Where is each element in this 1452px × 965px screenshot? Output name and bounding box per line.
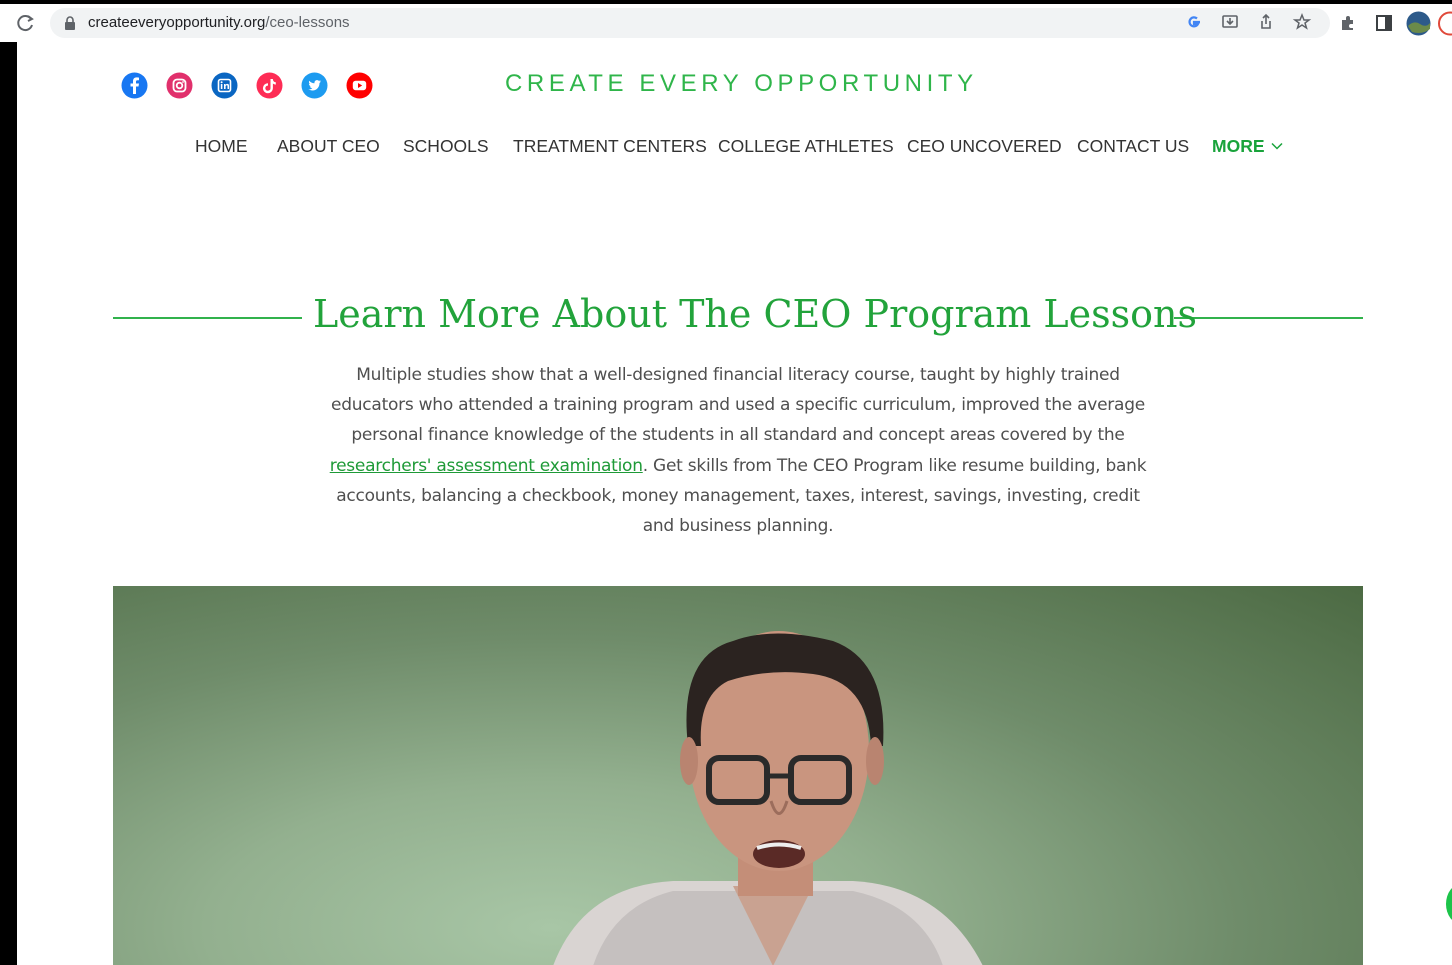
lock-icon [65,16,75,30]
section-heading: Learn More About The CEO Program Lessons [313,292,1197,336]
nav-home[interactable]: HOME [195,136,248,157]
profile-avatar-icon[interactable] [1406,11,1431,36]
nav-ceo-uncovered[interactable]: CEO UNCOVERED [907,136,1062,157]
facebook-icon[interactable] [121,72,148,99]
nav-treatment-centers[interactable]: TREATMENT CENTERS [513,136,707,157]
twitter-icon[interactable] [301,72,328,99]
install-icon[interactable] [1220,12,1240,32]
nav-contact-us[interactable]: CONTACT US [1077,136,1189,157]
url-text: createeveryopportunity.org/ceo-lessons [88,14,350,31]
nav-college-athletes[interactable]: COLLEGE ATHLETES [718,136,894,157]
reload-icon[interactable] [16,13,36,33]
address-bar[interactable]: createeveryopportunity.org/ceo-lessons [50,8,1330,38]
side-panel-icon[interactable] [1374,13,1394,33]
tiktok-icon[interactable] [256,72,283,99]
intro-text-before: Multiple studies show that a well-design… [331,365,1145,446]
presenter-image [553,631,983,965]
nav-more-label: MORE [1212,136,1265,156]
nav-about-ceo[interactable]: ABOUT CEO [277,136,380,157]
lesson-video[interactable] [113,586,1363,965]
browser-toolbar: createeveryopportunity.org/ceo-lessons [0,4,1452,42]
share-icon[interactable] [1256,12,1276,32]
google-icon[interactable] [1184,12,1204,32]
intro-paragraph: Multiple studies show that a well-design… [323,360,1153,541]
site-title[interactable]: CREATE EVERY OPPORTUNITY [505,70,978,98]
assessment-link[interactable]: researchers' assessment examination [330,456,643,476]
bookmark-star-icon[interactable] [1292,12,1312,32]
nav-more[interactable]: MORE [1212,136,1283,157]
url-host: createeveryopportunity.org [88,14,266,31]
extensions-icon[interactable] [1338,13,1358,33]
profile-ring-icon [1438,11,1452,36]
youtube-icon[interactable] [346,72,373,99]
linkedin-icon[interactable] [211,72,238,99]
heading-rule-left [113,317,302,319]
instagram-icon[interactable] [166,72,193,99]
chevron-down-icon [1270,142,1283,150]
url-path: /ceo-lessons [265,14,350,31]
nav-schools[interactable]: SCHOOLS [403,136,489,157]
heading-rule-right [1174,317,1363,319]
web-page: CREATE EVERY OPPORTUNITY HOME ABOUT CEO … [17,42,1452,965]
